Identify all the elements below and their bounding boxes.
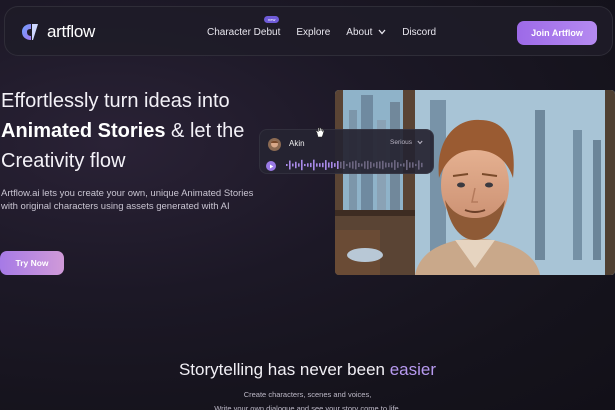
waveform-bar — [298, 163, 300, 167]
nav-link-explore[interactable]: Explore — [296, 27, 330, 38]
play-icon — [269, 164, 273, 168]
waveform-bar — [319, 163, 321, 167]
hero-title-rest: & let the — [165, 120, 245, 142]
waveform-bar — [286, 164, 288, 166]
waveform-bar — [352, 161, 354, 169]
waveform-bar — [292, 163, 294, 167]
chevron-down-icon — [378, 29, 386, 35]
section-title-accent: easier — [389, 360, 437, 379]
nav-link-about[interactable]: About — [346, 27, 386, 38]
hero-title-line-3: Creativity flow — [1, 150, 126, 172]
section-description-line-1: Create characters, scenes and voices, — [243, 390, 372, 399]
nav-link-label: Explore — [296, 27, 331, 38]
logo-text: artflow — [47, 22, 95, 41]
waveform-bar — [388, 162, 390, 168]
waveform-bar — [349, 162, 351, 168]
waveform-bar — [364, 161, 366, 169]
brand-logo[interactable]: artflow — [19, 21, 95, 43]
waveform-icon — [286, 159, 423, 171]
waveform-bar — [421, 162, 423, 168]
waveform-bar — [409, 162, 411, 168]
waveform-bar — [340, 161, 342, 169]
hero-title-line-2: Animated Stories & let the — [1, 116, 244, 146]
waveform-bar — [301, 159, 303, 171]
waveform-bar — [379, 161, 381, 169]
waveform-bar — [412, 162, 414, 168]
waveform-bar — [322, 162, 324, 168]
waveform-bar — [400, 163, 402, 167]
waveform-bar — [358, 163, 360, 167]
nav-link-label: Character Debut — [207, 27, 281, 38]
nav-link-label: Discord — [402, 27, 437, 38]
waveform-bar — [373, 163, 375, 167]
section-description-line-2: Write your own dialogue and see your sto… — [214, 404, 401, 410]
waveform-bar — [313, 159, 315, 171]
waveform-bar — [376, 161, 378, 169]
new-badge: new — [264, 16, 280, 23]
waveform-bar — [289, 160, 291, 170]
play-button[interactable] — [266, 161, 276, 171]
waveform-bar — [385, 162, 387, 168]
artflow-logo-icon — [22, 24, 38, 40]
chevron-down-icon — [417, 140, 423, 145]
waveform-bar — [394, 160, 396, 170]
waveform-bar — [370, 161, 372, 169]
waveform-bar — [325, 160, 327, 170]
top-navbar: artflow Character Debut new Explore Abou… — [4, 6, 613, 56]
nav-link-discord[interactable]: Discord — [402, 27, 436, 38]
waveform-bar — [316, 163, 318, 167]
waveform-bar — [391, 162, 393, 168]
try-now-button[interactable]: Try Now — [0, 251, 64, 275]
voice-character-name: Akin — [289, 139, 305, 148]
section-description: Create characters, scenes and voices, Wr… — [0, 388, 615, 410]
waveform-bar — [334, 163, 336, 167]
waveform-bar — [331, 161, 333, 169]
hand-cursor-icon — [315, 127, 325, 138]
waveform-bar — [403, 163, 405, 167]
waveform-bar — [295, 161, 297, 169]
waveform-bar — [361, 163, 363, 167]
waveform-bar — [355, 160, 357, 170]
character-avatar-icon — [268, 138, 281, 151]
waveform-bar — [307, 163, 309, 167]
waveform-bar — [304, 163, 306, 167]
hero-title-bold: Animated Stories — [1, 120, 166, 142]
character-illustration — [335, 90, 615, 275]
waveform-bar — [406, 159, 408, 171]
hero-title-line-1: Effortlessly turn ideas into — [1, 90, 230, 112]
waveform-bar — [328, 162, 330, 168]
waveform-bar — [337, 161, 339, 169]
avatar — [268, 138, 281, 151]
voice-tone-select[interactable]: Serious — [390, 139, 423, 146]
waveform-bar — [415, 163, 417, 167]
hero-subtitle: Artflow.ai lets you create your own, uni… — [1, 188, 254, 212]
waveform-bar — [418, 160, 420, 170]
main-nav: Character Debut new Explore About Discor… — [207, 16, 452, 38]
section-title-main: Storytelling has never been — [178, 360, 390, 379]
waveform-bar — [397, 162, 399, 168]
hero-character-image — [335, 90, 615, 275]
nav-link-label: About — [346, 27, 373, 38]
hero-title: Effortlessly turn ideas into Animated St… — [1, 86, 244, 176]
waveform-bar — [310, 162, 312, 168]
nav-link-character-debut[interactable]: Character Debut new — [207, 16, 281, 38]
waveform-bar — [343, 160, 345, 170]
waveform-bar — [367, 160, 369, 170]
waveform-bar — [346, 163, 348, 167]
voice-tone-value: Serious — [390, 139, 413, 146]
section-title: Storytelling has never been easier — [0, 360, 615, 380]
join-artflow-button[interactable]: Join Artflow — [517, 21, 597, 45]
voice-line-card: Akin Serious — [259, 129, 434, 174]
waveform-bar — [382, 160, 384, 170]
